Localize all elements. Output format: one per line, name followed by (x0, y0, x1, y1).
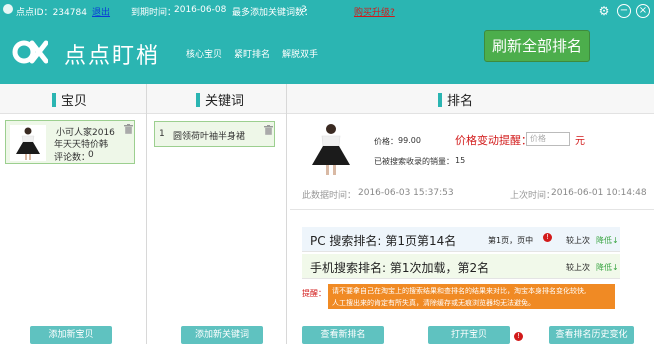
keyword-column-title: 关键词 (205, 94, 245, 109)
mobile-rank-row: 手机搜索排名: 第1次加载，第2名 较上次 降低↓ (302, 254, 620, 279)
max-keywords-value: 3 (301, 5, 307, 15)
baby-item-card[interactable]: 小可人家2016 年天天特价韩 评论数： 0 (5, 120, 135, 164)
reminder-line1: 请不要拿自己在淘宝上的搜索结果和查排名的结果来对比，淘宝本身排名变化较快, (332, 287, 587, 295)
expire-date: 2016-06-08 (174, 5, 227, 15)
pc-rank-value: 第1页第14名 (385, 234, 457, 248)
rank-history-button[interactable]: 查看排名历史变化 (549, 326, 634, 344)
pc-compare-label: 较上次 (566, 236, 590, 245)
alert-icon: ! (543, 233, 552, 242)
nav-core-baby: 核心宝贝 (186, 50, 223, 60)
refresh-all-rank-button[interactable]: 刷新全部排名 (484, 30, 590, 62)
data-time-value: 2016-06-03 15:37:53 (358, 188, 454, 198)
close-icon[interactable]: × (636, 4, 650, 18)
baby-name-line2: 年天天特价韩 (54, 140, 109, 150)
last-time-value: 2016-06-01 10:14:48 (551, 188, 647, 198)
baby-column-title: 宝贝 (61, 94, 88, 109)
minimize-icon[interactable]: − (617, 4, 631, 18)
app-header: 点点盯梢 核心宝贝 紧盯排名 解脱双手 刷新全部排名 (0, 22, 654, 84)
baby-column: 宝贝 小可人家2016 年天天特价韩 评论数： 0 添加新宝贝 (0, 84, 147, 344)
rank-thumbnail (300, 121, 362, 177)
mobile-rank-label: 手机搜索排名: 第1次加载，第2名 (310, 261, 490, 275)
expire-label: 到期时间： (131, 8, 177, 18)
trash-icon[interactable] (264, 125, 273, 135)
buy-upgrade-link[interactable]: 购买升级? (354, 5, 395, 18)
arrow-down-icon: ↓ (612, 236, 619, 245)
data-time-label: 此数据时间： (302, 191, 357, 201)
nav-watch-rank: 紧盯排名 (234, 50, 271, 60)
price-label: 价格： (374, 137, 398, 146)
reminder-line2: 人工搜出来的肯定有所失真，清除缓存或无痕浏览器均无法避免。 (332, 299, 535, 307)
review-count: 0 (88, 150, 94, 160)
pc-rank-label: PC 搜索排名: 第1页第14名 (310, 234, 457, 248)
rank-column-title: 排名 (447, 94, 474, 109)
pc-prev-rank: 第1页，页中 (488, 236, 534, 245)
top-info-bar: 点点ID：234784 退出 到期时间： 2016-06-08 最多添加关键词数… (0, 0, 654, 22)
add-keyword-button[interactable]: 添加新关键词 (181, 326, 263, 344)
view-new-rank-button[interactable]: 查看新排名 (302, 326, 384, 344)
user-id: 点点ID：234784 (16, 8, 87, 18)
keyword-text: 圆领荷叶袖半身裙 (173, 132, 246, 142)
user-icon (3, 4, 13, 14)
price-alert-input[interactable]: 价格 (526, 132, 570, 146)
mobile-compare-label: 较上次 (566, 263, 590, 272)
trash-icon[interactable] (124, 124, 133, 134)
price-alert-label: 价格变动提醒： (455, 134, 532, 147)
keyword-column-header: 关键词 (147, 84, 286, 114)
open-baby-button[interactable]: 打开宝贝 (428, 326, 510, 344)
price-value: 99.00 (398, 136, 421, 145)
keyword-column: 关键词 1 圆领荷叶袖半身裙 添加新关键词 (147, 84, 287, 344)
pc-rank-row: PC 搜索排名: 第1页第14名 第1页，页中 ! 较上次 降低↓ (302, 227, 620, 252)
arrow-down-icon: ↓ (612, 263, 619, 272)
mobile-trend: 降低↓ (596, 263, 619, 272)
nav-free-hands: 解脱双手 (282, 50, 319, 60)
logo-icon (12, 40, 48, 64)
review-label: 评论数： (54, 153, 91, 163)
separator (290, 209, 654, 210)
baby-column-header: 宝贝 (0, 84, 146, 114)
reminder-label: 提醒： (302, 289, 326, 298)
keyword-item-card[interactable]: 1 圆领荷叶袖半身裙 (154, 121, 275, 147)
price-unit: 元 (575, 136, 585, 147)
alert-icon: ! (514, 332, 523, 341)
mobile-rank-value: 第1次加载，第2名 (389, 261, 490, 275)
brand-name: 点点盯梢 (64, 44, 161, 69)
baby-thumbnail (10, 125, 46, 161)
pc-trend: 降低↓ (596, 236, 619, 245)
keyword-index: 1 (159, 129, 165, 139)
reminder-box: 请不要拿自己在淘宝上的搜索结果和查排名的结果来对比，淘宝本身排名变化较快, 人工… (328, 284, 615, 309)
gear-icon[interactable]: ⚙ (597, 4, 611, 18)
logout-link[interactable]: 退出 (92, 5, 110, 18)
last-time-label: 上次时间： (510, 191, 556, 201)
rank-column-header: 排名 (287, 84, 654, 114)
sales-label: 已被搜索收录的销量： (374, 157, 454, 166)
add-baby-button[interactable]: 添加新宝贝 (30, 326, 112, 344)
sales-value: 15 (455, 156, 466, 165)
